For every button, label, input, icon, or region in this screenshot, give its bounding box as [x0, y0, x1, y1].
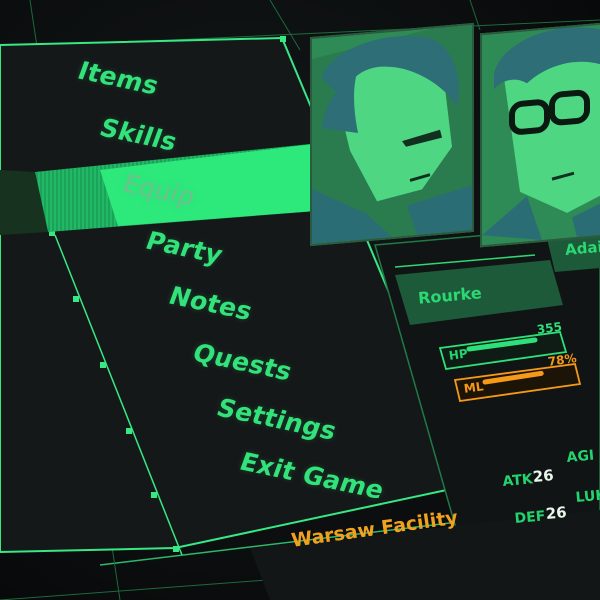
game-pause-menu-screen: Items Skills Equip Party Notes Quests Se…	[0, 0, 600, 600]
def-value: 26	[545, 503, 568, 523]
luk-label: LUK	[575, 487, 600, 506]
atk-label: ATK	[502, 471, 534, 490]
ml-label: ML	[463, 379, 485, 396]
character-card-rourke[interactable]: Rourke Adair HP 355 ML 78% ATK 26 DEF 26…	[0, 0, 600, 600]
atk-value: 26	[532, 466, 555, 486]
agi-label: AGI	[566, 447, 595, 466]
ml-gauge	[453, 363, 582, 403]
def-label: DEF	[514, 508, 547, 527]
